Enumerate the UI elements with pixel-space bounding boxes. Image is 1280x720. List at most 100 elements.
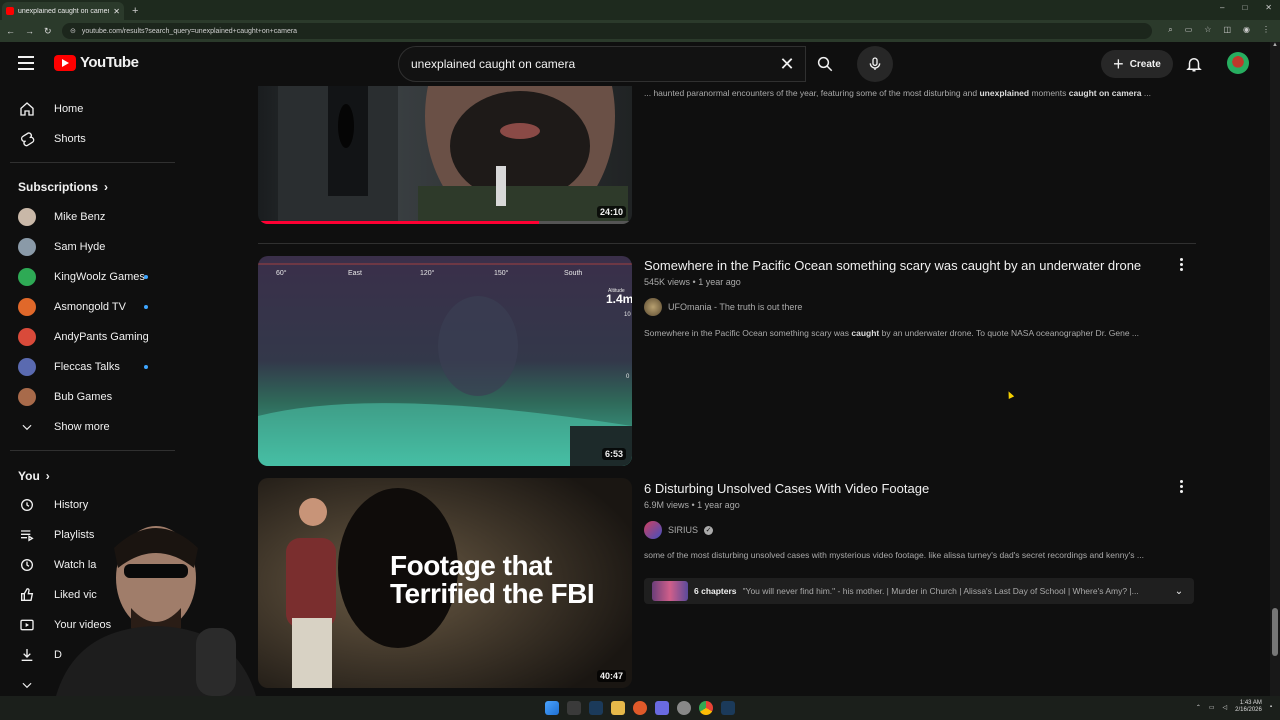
- more-actions-icon[interactable]: [1176, 258, 1186, 271]
- video-meta: 6.9M views • 1 year ago: [644, 500, 740, 510]
- bell-icon: [1186, 58, 1202, 72]
- video-thumbnail[interactable]: Footage that Terrified the FBI 40:47: [258, 478, 632, 688]
- subscription-label: AndyPants Gaming: [54, 331, 149, 343]
- chapters-text: "You will never find him." - his mother.…: [742, 586, 1139, 596]
- show-more-label: Show more: [54, 421, 110, 433]
- browser-tab[interactable]: unexplained caught on camera ✕: [2, 2, 124, 20]
- sidebar-item-subscription[interactable]: Bub Games: [0, 382, 176, 412]
- channel-link[interactable]: SIRIUS ✓: [644, 521, 714, 539]
- browser-toolbar: ← → ↻ ⊝ youtube.com/results?search_query…: [0, 20, 1280, 42]
- channel-link[interactable]: UFOmania - The truth is out there: [644, 298, 802, 316]
- steam-icon[interactable]: [589, 701, 603, 715]
- page-scrollbar[interactable]: ▲: [1270, 42, 1280, 696]
- chevron-right-icon: ›: [45, 469, 50, 483]
- download-icon: [18, 646, 36, 664]
- desc-text: by an underwater drone. To quote NASA oc…: [879, 328, 1140, 338]
- system-tray: ⌃ ▭ ◁ 1:43 AM 2/16/2026 ▪: [1196, 700, 1272, 714]
- maximize-button[interactable]: □: [1242, 3, 1247, 12]
- sidebar-item-show-more[interactable]: Show more: [0, 412, 176, 442]
- video-thumbnail[interactable]: 60° East 120° 150° South Altitude 1.4m 1…: [258, 256, 632, 466]
- new-tab-button[interactable]: +: [132, 5, 138, 17]
- channel-avatar: [644, 298, 662, 316]
- hud-label: 120°: [420, 270, 435, 277]
- chapter-thumbnail: [652, 581, 688, 601]
- video-title[interactable]: 6 Disturbing Unsolved Cases With Video F…: [644, 481, 929, 496]
- create-button[interactable]: + Create: [1101, 50, 1173, 78]
- close-tab-icon[interactable]: ✕: [113, 7, 120, 16]
- network-icon[interactable]: ▭: [1209, 704, 1215, 711]
- forward-icon[interactable]: →: [25, 26, 34, 36]
- desc-text: moments: [1029, 88, 1069, 98]
- brave-icon[interactable]: [633, 701, 647, 715]
- subscriptions-heading[interactable]: Subscriptions ›: [18, 180, 108, 194]
- search-input[interactable]: unexplained caught on camera: [411, 57, 769, 71]
- bookmark-star-icon[interactable]: ☆: [1204, 25, 1211, 35]
- chrome-icon[interactable]: [699, 701, 713, 715]
- video-thumbnail[interactable]: 24:10: [258, 86, 632, 224]
- hud-label: 10: [624, 312, 631, 318]
- create-label: Create: [1129, 58, 1161, 70]
- zoom-icon[interactable]: ⌕: [1168, 25, 1172, 35]
- browser-tabbar: unexplained caught on camera ✕ + – □ ✕: [0, 0, 1280, 20]
- upload-age: 1 year ago: [697, 500, 740, 510]
- search-button[interactable]: [805, 46, 845, 82]
- playlists-icon: [18, 526, 36, 544]
- account-avatar[interactable]: [1227, 52, 1249, 74]
- cast-icon[interactable]: ▭: [1185, 25, 1193, 35]
- search-box[interactable]: unexplained caught on camera ✕: [398, 46, 806, 82]
- menu-icon[interactable]: [18, 56, 34, 70]
- hud-label: 0: [626, 374, 630, 380]
- site-info-icon[interactable]: ⊝: [70, 27, 76, 35]
- scrollbar-thumb[interactable]: [1272, 608, 1278, 656]
- sidebar-item-subscription[interactable]: Asmongold TV: [0, 292, 176, 322]
- sidebar-item-subscription[interactable]: AndyPants Gaming: [0, 322, 176, 352]
- windows-start-icon[interactable]: [545, 701, 559, 715]
- search-icon[interactable]: [567, 701, 581, 715]
- system-clock[interactable]: 1:43 AM 2/16/2026: [1235, 700, 1262, 714]
- reload-icon[interactable]: ↻: [44, 26, 52, 37]
- chapters-row[interactable]: 6 chapters "You will never find him." - …: [644, 578, 1194, 604]
- video-title[interactable]: Somewhere in the Pacific Ocean something…: [644, 258, 1141, 273]
- streamer-webcam: [56, 526, 256, 696]
- desc-text: ...: [1141, 88, 1151, 98]
- close-window-button[interactable]: ✕: [1265, 3, 1272, 12]
- subscription-label: Bub Games: [54, 391, 113, 403]
- sidebar-item-subscription[interactable]: Sam Hyde: [0, 232, 176, 262]
- obs-icon[interactable]: [677, 701, 691, 715]
- video-meta: 545K views • 1 year ago: [644, 277, 741, 287]
- folder-icon[interactable]: [611, 701, 625, 715]
- back-icon[interactable]: ←: [6, 26, 15, 36]
- clear-search-icon[interactable]: ✕: [769, 54, 805, 75]
- sidebar-item-subscription[interactable]: Mike Benz: [0, 202, 176, 232]
- minimize-button[interactable]: –: [1220, 3, 1224, 12]
- you-heading[interactable]: You ›: [18, 469, 50, 483]
- sidebar-item-shorts[interactable]: Shorts: [0, 124, 176, 154]
- sidebar-item-subscription[interactable]: Fleccas Talks: [0, 352, 176, 382]
- video-duration: 40:47: [596, 670, 626, 682]
- youtube-logo[interactable]: YouTube: [54, 54, 139, 71]
- sidebar-item-subscription[interactable]: KingWoolz Games: [0, 262, 176, 292]
- subscription-label: Fleccas Talks: [54, 361, 120, 373]
- hud-label: 150°: [494, 270, 509, 277]
- volume-icon[interactable]: ◁: [1223, 704, 1228, 711]
- sidebar-item-home[interactable]: Home: [0, 94, 176, 124]
- discord-icon[interactable]: [655, 701, 669, 715]
- shorts-icon: [18, 130, 36, 148]
- scroll-up-icon[interactable]: ▲: [1272, 42, 1278, 48]
- sidebar-panel-icon[interactable]: ◫: [1223, 25, 1231, 35]
- notification-center-icon[interactable]: ▪: [1270, 704, 1272, 710]
- steam-alt-icon[interactable]: [721, 701, 735, 715]
- voice-search-button[interactable]: [857, 46, 893, 82]
- notifications-button[interactable]: [1185, 54, 1203, 79]
- tray-overflow-icon[interactable]: ⌃: [1196, 704, 1201, 711]
- subscriptions-title: Subscriptions: [18, 180, 99, 194]
- more-actions-icon[interactable]: [1176, 480, 1186, 493]
- browser-menu-icon[interactable]: ⋮: [1262, 25, 1270, 35]
- chevron-down-icon[interactable]: ⌄: [1164, 586, 1194, 597]
- channel-name: SIRIUS: [668, 525, 699, 535]
- channel-avatar: [18, 268, 36, 286]
- watch-progress-fill: [258, 221, 539, 224]
- profile-icon[interactable]: ◉: [1243, 25, 1250, 35]
- address-bar[interactable]: ⊝ youtube.com/results?search_query=unexp…: [62, 23, 1152, 39]
- youtube-favicon-icon: [6, 7, 14, 15]
